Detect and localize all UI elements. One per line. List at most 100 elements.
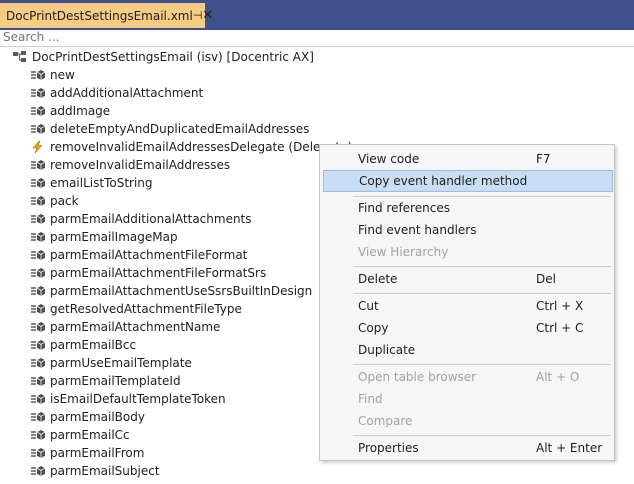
document-tab[interactable]: DocPrintDestSettingsEmail.xml ⊣ ✕ [0, 3, 213, 28]
menu-item-label: Find [358, 392, 383, 406]
menu-item-label: Compare [358, 414, 413, 428]
menu-item-copy[interactable]: Copy Ctrl + C [323, 317, 613, 339]
menu-item-shortcut: Ctrl + C [536, 321, 584, 335]
menu-item-view-code[interactable]: View code F7 [323, 148, 613, 170]
tree-item-label: parmEmailAdditionalAttachments [50, 212, 252, 226]
tree-item[interactable]: addImage [30, 102, 110, 120]
tree-item[interactable]: parmEmailAttachmentName [30, 318, 220, 336]
method-icon [30, 105, 46, 117]
menu-item-view-hierarchy[interactable]: View Hierarchy [323, 241, 613, 263]
menu-item-label: Open table browser [358, 370, 477, 384]
tree-item[interactable]: parmUseEmailTemplate [30, 354, 192, 372]
tree-item-label: parmEmailAttachmentName [50, 320, 221, 334]
menu-item-copy-event-handler-method[interactable]: Copy event handler method [323, 170, 613, 192]
search-input[interactable] [3, 30, 603, 44]
search-box[interactable] [0, 28, 634, 47]
method-icon [30, 393, 46, 405]
tree-item-label: parmEmailFrom [50, 446, 145, 460]
tree-item-label: isEmailDefaultTemplateToken [50, 392, 226, 406]
tree-item[interactable]: deleteEmptyAndDuplicatedEmailAddresses [30, 120, 309, 138]
tree-item[interactable]: parmEmailBody [30, 408, 145, 426]
tree-item[interactable]: parmEmailAttachmentFileFormatSrs [30, 264, 266, 282]
tree-item-label: parmEmailBcc [50, 338, 137, 352]
method-icon [30, 303, 46, 315]
menu-item-duplicate[interactable]: Duplicate [323, 339, 613, 361]
tree-item-label: parmEmailImageMap [50, 230, 178, 244]
tree-item-label: parmEmailTemplateId [50, 374, 181, 388]
tree-item[interactable]: pack [30, 192, 79, 210]
menu-item-shortcut: Del [536, 272, 556, 286]
tree-item[interactable]: parmEmailAttachmentUseSsrsBuiltInDesign [30, 282, 312, 300]
menu-item-label: View Hierarchy [358, 245, 449, 259]
tree-item[interactable]: parmEmailImageMap [30, 228, 178, 246]
tree-item[interactable]: removeInvalidEmailAddressesDelegate (Del… [30, 138, 352, 156]
method-icon [30, 339, 46, 351]
tree-item-label: addImage [50, 104, 111, 118]
close-icon[interactable]: ✕ [202, 8, 213, 23]
tree-item[interactable]: removeInvalidEmailAddresses [30, 156, 230, 174]
menu-item-delete[interactable]: Delete Del [323, 268, 613, 290]
method-icon [30, 213, 46, 225]
menu-item-label: Find references [358, 201, 450, 215]
tree-item-label: parmUseEmailTemplate [50, 356, 192, 370]
menu-item-label: View code [358, 152, 420, 166]
tree-item-label: getResolvedAttachmentFileType [50, 302, 242, 316]
tree-item[interactable]: parmEmailSubject [30, 462, 160, 480]
menu-item-label: Copy [358, 321, 389, 335]
menu-item-find[interactable]: Find [323, 388, 613, 410]
method-icon [30, 375, 46, 387]
menu-item-label: Cut [358, 299, 379, 313]
tree-item-label: parmEmailAttachmentFileFormat [50, 248, 248, 262]
menu-item-find-event-handlers[interactable]: Find event handlers [323, 219, 613, 241]
tree-item-label: parmEmailBody [50, 410, 145, 424]
method-icon [30, 249, 46, 261]
tree-root[interactable]: DocPrintDestSettingsEmail (isv) [Docentr… [12, 48, 314, 66]
method-icon [30, 285, 46, 297]
tree-item-label: parmEmailSubject [50, 464, 160, 478]
menu-item-shortcut: Ctrl + X [536, 299, 584, 313]
menu-item-label: Find event handlers [358, 223, 477, 237]
tree-item[interactable]: emailListToString [30, 174, 153, 192]
tree-item-label: emailListToString [50, 176, 153, 190]
method-icon [30, 447, 46, 459]
menu-item-shortcut: F7 [536, 152, 551, 166]
tree-item-label: pack [50, 194, 79, 208]
menu-item-cut[interactable]: Cut Ctrl + X [323, 295, 613, 317]
menu-item-open-table-browser[interactable]: Open table browser Alt + O [323, 366, 613, 388]
tree-item-label: removeInvalidEmailAddresses [50, 158, 231, 172]
tree-item[interactable]: parmEmailCc [30, 426, 130, 444]
method-icon [30, 411, 46, 423]
method-icon [30, 123, 46, 135]
tree-item[interactable]: parmEmailTemplateId [30, 372, 181, 390]
menu-item-label: Delete [358, 272, 398, 286]
tree-item[interactable]: isEmailDefaultTemplateToken [30, 390, 226, 408]
tree-item[interactable]: new [30, 66, 75, 84]
tree-item[interactable]: addAdditionalAttachment [30, 84, 203, 102]
menu-item-find-references[interactable]: Find references [323, 197, 613, 219]
tree-item[interactable]: parmEmailAttachmentFileFormat [30, 246, 247, 264]
menu-item-label: Properties [358, 441, 419, 455]
method-icon [30, 267, 46, 279]
menu-item-shortcut: Alt + O [536, 370, 580, 384]
menu-separator [353, 293, 611, 294]
method-icon [30, 87, 46, 99]
tree-item-label: parmEmailAttachmentUseSsrsBuiltInDesign [50, 284, 313, 298]
pin-icon[interactable]: ⊣ [193, 9, 203, 22]
method-icon [30, 465, 46, 477]
tree-item[interactable]: getResolvedAttachmentFileType [30, 300, 242, 318]
method-icon [30, 159, 46, 171]
menu-item-compare[interactable]: Compare [323, 410, 613, 432]
tree-item-label: parmEmailCc [50, 428, 130, 442]
tree-item[interactable]: parmEmailFrom [30, 444, 144, 462]
method-icon [30, 177, 46, 189]
context-menu: View code F7 Copy event handler method F… [319, 144, 615, 461]
menu-separator [353, 435, 611, 436]
menu-item-properties[interactable]: Properties Alt + Enter [323, 437, 613, 459]
tree-item-label: removeInvalidEmailAddressesDelegate (Del… [50, 140, 353, 154]
tree-root-label: DocPrintDestSettingsEmail (isv) [Docentr… [32, 50, 314, 64]
tree-item[interactable]: parmEmailBcc [30, 336, 136, 354]
menu-item-label: Duplicate [358, 343, 416, 357]
document-tab-title[interactable]: DocPrintDestSettingsEmail.xml [6, 9, 193, 23]
menu-item-label: Copy event handler method [359, 174, 528, 188]
tree-item[interactable]: parmEmailAdditionalAttachments [30, 210, 252, 228]
